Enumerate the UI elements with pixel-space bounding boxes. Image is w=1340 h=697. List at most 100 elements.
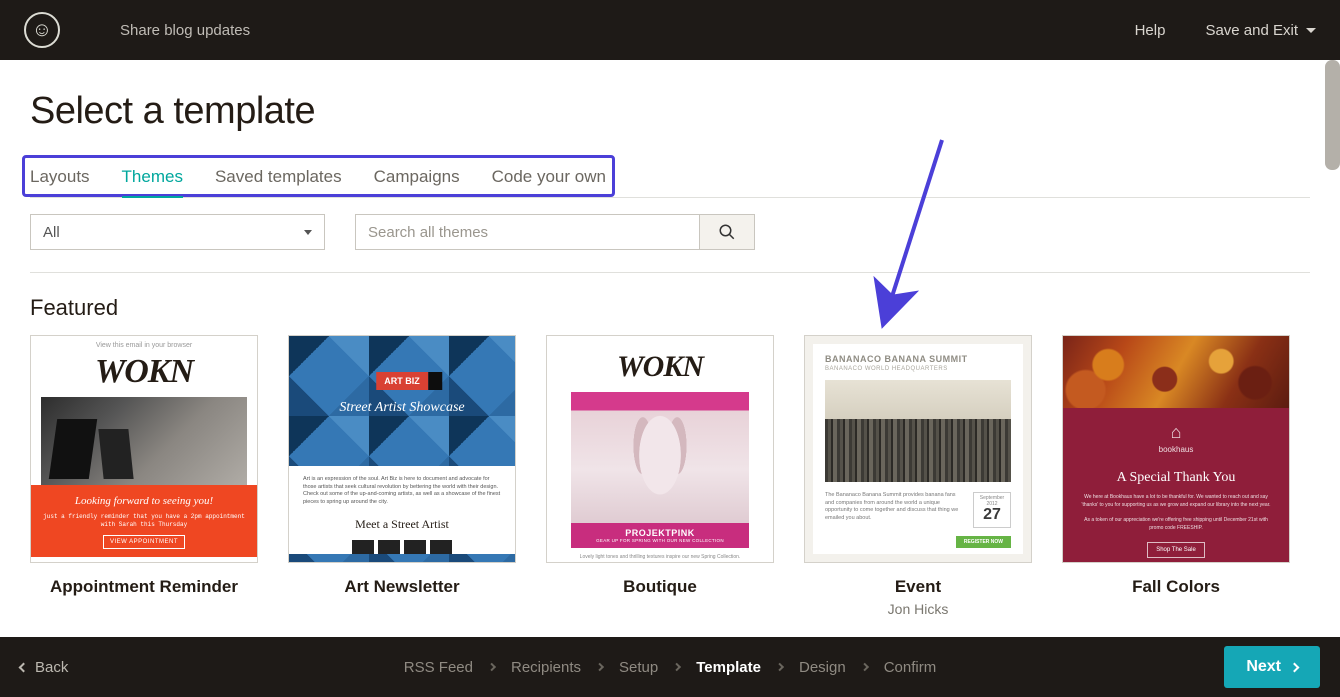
tabs-container: Layouts Themes Saved templates Campaigns…: [30, 167, 1310, 198]
chevron-right-icon: [488, 663, 496, 671]
next-label: Next: [1246, 658, 1281, 676]
campaign-name[interactable]: Share blog updates: [120, 22, 250, 39]
preview-button: Shop The Sale: [1147, 542, 1205, 558]
help-link[interactable]: Help: [1135, 22, 1166, 39]
chevron-right-icon: [860, 663, 868, 671]
preview-info-row: The Bananaco Banana Summit provides bana…: [825, 492, 1011, 528]
preview-badge: ART BIZ: [376, 372, 428, 390]
chevron-down-icon: [1306, 28, 1316, 33]
template-thumbnail: ⌂ bookhaus A Special Thank You We here a…: [1062, 335, 1290, 563]
book-icon: ⌂: [1079, 422, 1273, 443]
chevron-left-icon: [19, 662, 29, 672]
preview-leaves: [1063, 336, 1289, 408]
step-recipients[interactable]: Recipients: [511, 659, 581, 676]
template-title: Fall Colors: [1062, 577, 1290, 597]
tab-saved-templates[interactable]: Saved templates: [215, 167, 342, 197]
preview-h1: BANANACO BANANA SUMMIT: [825, 354, 1011, 364]
preview-register-button: REGISTER NOW: [956, 536, 1011, 548]
preview-band: Looking forward to seeing you! just a fr…: [31, 485, 257, 557]
tabs: Layouts Themes Saved templates Campaigns…: [30, 167, 1310, 197]
preview-headline: Looking forward to seeing you!: [39, 495, 249, 507]
category-filter-select[interactable]: All: [30, 214, 325, 250]
preview-logo: WOKN: [31, 349, 257, 397]
preview-logo: WOKN: [547, 336, 773, 392]
preview-title: A Special Thank You: [1079, 470, 1273, 486]
template-title: Art Newsletter: [288, 577, 516, 597]
preview-date-badge: September 2012 27: [973, 492, 1011, 528]
next-button[interactable]: Next: [1224, 646, 1320, 688]
top-header: ☺ Share blog updates Help Save and Exit: [0, 0, 1340, 60]
filter-row: All: [30, 214, 1310, 273]
chevron-right-icon: [596, 663, 604, 671]
preview-para: Art is an expression of the soul. Art Bi…: [303, 476, 501, 507]
logo-icon: ☺: [32, 20, 52, 40]
chevron-down-icon: [304, 230, 312, 235]
template-card-appointment-reminder[interactable]: View this email in your browser WOKN Loo…: [30, 335, 258, 617]
back-label: Back: [35, 659, 68, 676]
save-and-exit-button[interactable]: Save and Exit: [1205, 22, 1316, 39]
preview-band-sub: GEAR UP FOR SPRING WITH OUR NEW COLLECTI…: [571, 538, 749, 543]
template-card-art-newsletter[interactable]: ART BIZ Street Artist Showcase Art is an…: [288, 335, 516, 617]
preview-para-2: As a token of our appreciation we're off…: [1079, 517, 1273, 532]
save-and-exit-label: Save and Exit: [1205, 22, 1298, 39]
preview-inner: BANANACO BANANA SUMMIT BANANACO WORLD HE…: [813, 344, 1023, 554]
template-thumbnail: BANANACO BANANA SUMMIT BANANACO WORLD HE…: [804, 335, 1032, 563]
step-template[interactable]: Template: [696, 659, 761, 676]
tab-themes[interactable]: Themes: [122, 167, 183, 197]
template-grid: View this email in your browser WOKN Loo…: [30, 335, 1310, 617]
chevron-right-icon: [1290, 662, 1300, 672]
preview-day: 27: [974, 507, 1010, 523]
category-filter-value: All: [43, 224, 60, 241]
back-button[interactable]: Back: [20, 659, 68, 676]
preview-brand: bookhaus: [1079, 445, 1273, 454]
search-input[interactable]: [355, 214, 699, 250]
template-author: Jon Hicks: [804, 601, 1032, 617]
preview-body: just a friendly reminder that you have a…: [39, 513, 249, 529]
preview-view-link: View this email in your browser: [31, 336, 257, 349]
search-container: [355, 214, 755, 250]
search-icon: [718, 223, 736, 241]
search-button[interactable]: [699, 214, 755, 250]
chevron-right-icon: [673, 663, 681, 671]
preview-para-1: We here at Bookhaus have a lot to be tha…: [1079, 494, 1273, 509]
tab-code-your-own[interactable]: Code your own: [492, 167, 606, 197]
template-thumbnail: ART BIZ Street Artist Showcase Art is an…: [288, 335, 516, 563]
tab-layouts[interactable]: Layouts: [30, 167, 90, 197]
preview-photo: [41, 397, 247, 485]
main-content: Select a template Layouts Themes Saved t…: [0, 60, 1340, 637]
template-thumbnail: View this email in your browser WOKN Loo…: [30, 335, 258, 563]
preview-body-area: Art is an expression of the soul. Art Bi…: [289, 466, 515, 554]
preview-body-area: ⌂ bookhaus A Special Thank You We here a…: [1063, 408, 1289, 563]
template-title: Appointment Reminder: [30, 577, 258, 597]
preview-button: VIEW APPOINTMENT: [103, 535, 185, 549]
chevron-right-icon: [776, 663, 784, 671]
step-rss-feed[interactable]: RSS Feed: [404, 659, 473, 676]
logo[interactable]: ☺: [24, 12, 60, 48]
bottom-bar: Back RSS Feed Recipients Setup Template …: [0, 637, 1340, 697]
section-title-featured: Featured: [30, 295, 1310, 321]
template-thumbnail: WOKN PROJEKTPINK GEAR UP FOR SPRING WITH…: [546, 335, 774, 563]
preview-skyline: [825, 380, 1011, 482]
step-design[interactable]: Design: [799, 659, 846, 676]
preview-image-strip: [303, 540, 501, 554]
step-setup[interactable]: Setup: [619, 659, 658, 676]
header-left: ☺ Share blog updates: [24, 12, 250, 48]
preview-h2: BANANACO WORLD HEADQUARTERS: [825, 366, 1011, 372]
preview-band: PROJEKTPINK GEAR UP FOR SPRING WITH OUR …: [571, 523, 749, 548]
template-card-fall-colors[interactable]: ⌂ bookhaus A Special Thank You We here a…: [1062, 335, 1290, 617]
preview-subhead: Meet a Street Artist: [303, 517, 501, 532]
template-card-boutique[interactable]: WOKN PROJEKTPINK GEAR UP FOR SPRING WITH…: [546, 335, 774, 617]
breadcrumb: RSS Feed Recipients Setup Template Desig…: [404, 659, 936, 676]
preview-body: The Bananaco Banana Summit provides bana…: [825, 492, 965, 528]
preview-band-title: PROJEKTPINK: [571, 528, 749, 538]
template-card-event[interactable]: BANANACO BANANA SUMMIT BANANACO WORLD HE…: [804, 335, 1032, 617]
page-title: Select a template: [30, 90, 1310, 133]
step-confirm[interactable]: Confirm: [884, 659, 937, 676]
template-title: Event: [804, 577, 1032, 597]
preview-photo: PROJEKTPINK GEAR UP FOR SPRING WITH OUR …: [571, 392, 749, 548]
preview-footer-text: Lovely light tones and thrilling texture…: [547, 548, 773, 563]
tab-campaigns[interactable]: Campaigns: [374, 167, 460, 197]
preview-hero-title: Street Artist Showcase: [289, 400, 515, 416]
header-right: Help Save and Exit: [1135, 22, 1316, 39]
template-title: Boutique: [546, 577, 774, 597]
